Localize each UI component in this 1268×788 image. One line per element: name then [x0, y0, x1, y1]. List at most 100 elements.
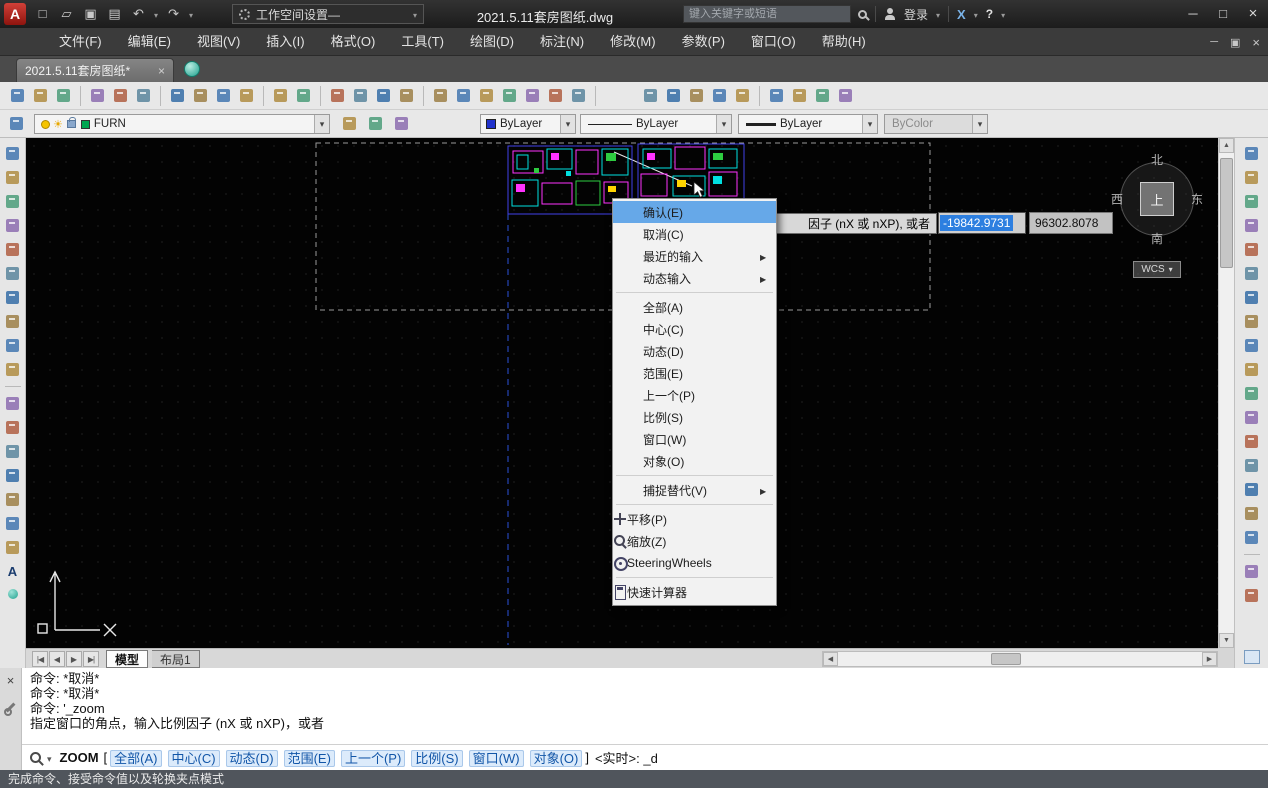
- scale-icon[interactable]: [1241, 311, 1262, 332]
- draw-order-back-icon[interactable]: [1241, 585, 1262, 606]
- context-menu-item[interactable]: 捕捉替代(V): [613, 479, 776, 501]
- search-input[interactable]: [683, 5, 851, 23]
- close-button[interactable]: [1238, 0, 1268, 26]
- scroll-up-icon[interactable]: [1219, 138, 1234, 153]
- context-menu-item[interactable]: 中心(C): [613, 318, 776, 340]
- doc-minimize-button[interactable]: [1210, 36, 1218, 48]
- pan-icon[interactable]: [327, 85, 348, 106]
- horizontal-scrollbar[interactable]: [822, 651, 1218, 667]
- zoom-window-2-icon[interactable]: [766, 85, 787, 106]
- stretch-icon[interactable]: [1241, 335, 1262, 356]
- zoom-out-icon[interactable]: [812, 85, 833, 106]
- layer-previous-icon[interactable]: [365, 113, 386, 134]
- lineweight-dropdown[interactable]: ByLayer: [738, 114, 878, 134]
- context-menu-item[interactable]: 快速计算器: [613, 581, 776, 603]
- layer-states-icon[interactable]: [391, 113, 412, 134]
- match-properties-icon[interactable]: [236, 85, 257, 106]
- viewcube-north[interactable]: 北: [1151, 151, 1163, 168]
- join-icon[interactable]: [1241, 455, 1262, 476]
- design-center-icon[interactable]: [453, 85, 474, 106]
- exchange-apps-icon[interactable]: X: [957, 7, 966, 22]
- tab-close-icon[interactable]: [158, 64, 165, 78]
- doc-restore-button[interactable]: [1230, 36, 1240, 49]
- plot-icon[interactable]: [106, 5, 123, 22]
- dropdown-caret-icon[interactable]: [972, 115, 987, 133]
- linetype-dropdown[interactable]: ByLayer: [580, 114, 732, 134]
- viewcube-west[interactable]: 西: [1111, 191, 1123, 208]
- help-caret-icon[interactable]: [1001, 7, 1005, 21]
- context-menu-item[interactable]: 确认(E): [613, 201, 776, 223]
- next-tab-icon[interactable]: [66, 651, 82, 667]
- user-icon[interactable]: [884, 8, 896, 20]
- make-block-icon[interactable]: [2, 417, 23, 438]
- cut-icon[interactable]: [167, 85, 188, 106]
- region-icon[interactable]: [2, 513, 23, 534]
- copy-clip-icon[interactable]: [190, 85, 211, 106]
- redo-icon[interactable]: [165, 5, 182, 22]
- gradient-icon[interactable]: [2, 489, 23, 510]
- maximize-button[interactable]: [1208, 0, 1238, 26]
- open-icon[interactable]: [30, 85, 51, 106]
- properties-icon[interactable]: [430, 85, 451, 106]
- menubar-item[interactable]: 工具(T): [388, 28, 457, 56]
- tool-palettes-icon[interactable]: [476, 85, 497, 106]
- snap-to-intersection-icon[interactable]: [709, 85, 730, 106]
- tab-layout1[interactable]: 布局1: [152, 650, 200, 668]
- login-caret-icon[interactable]: [936, 7, 940, 21]
- dropdown-caret-icon[interactable]: [862, 115, 877, 133]
- workspace-dropdown[interactable]: 工作空间设置—: [232, 4, 424, 24]
- autocad-logo-icon[interactable]: A: [4, 3, 26, 25]
- break-icon[interactable]: [1241, 431, 1262, 452]
- chamfer-icon[interactable]: [1241, 479, 1262, 500]
- dropdown-caret-icon[interactable]: [716, 115, 731, 133]
- sheet-set-manager-icon[interactable]: [499, 85, 520, 106]
- recent-commands-caret-icon[interactable]: [47, 750, 52, 765]
- context-menu-item[interactable]: 取消(C): [613, 223, 776, 245]
- new-tab-button[interactable]: [184, 61, 200, 77]
- help-icon[interactable]: ?: [986, 7, 993, 21]
- first-tab-icon[interactable]: [32, 651, 48, 667]
- hatch-icon[interactable]: [2, 465, 23, 486]
- context-menu-item[interactable]: 范围(E): [613, 362, 776, 384]
- undo-caret-icon[interactable]: [154, 6, 158, 21]
- save-icon[interactable]: [53, 85, 74, 106]
- snap-to-endpoint-icon[interactable]: [640, 85, 661, 106]
- menubar-item[interactable]: 文件(F): [46, 28, 115, 56]
- context-menu-item[interactable]: 窗口(W): [613, 428, 776, 450]
- dynamic-input-x-field[interactable]: -19842.9731: [938, 212, 1026, 234]
- zoom-window-icon[interactable]: [373, 85, 394, 106]
- command-option[interactable]: 比例(S): [411, 750, 463, 767]
- paste-icon[interactable]: [213, 85, 234, 106]
- dropdown-caret-icon[interactable]: [560, 115, 575, 133]
- new-icon[interactable]: [7, 85, 28, 106]
- command-option[interactable]: 窗口(W): [468, 750, 524, 767]
- command-option[interactable]: 全部(A): [110, 750, 162, 767]
- command-option[interactable]: 动态(D): [225, 750, 278, 767]
- search-icon[interactable]: [858, 9, 867, 19]
- array-icon[interactable]: [1241, 239, 1262, 260]
- ellipse-icon[interactable]: [2, 359, 23, 380]
- menubar-item[interactable]: 视图(V): [184, 28, 253, 56]
- doc-close-button[interactable]: [1252, 35, 1260, 50]
- menubar-item[interactable]: 帮助(H): [809, 28, 879, 56]
- color-dropdown[interactable]: ByLayer: [480, 114, 576, 134]
- redo-icon[interactable]: [293, 85, 314, 106]
- context-menu-item[interactable]: 最近的输入: [613, 245, 776, 267]
- context-menu-item[interactable]: 对象(O): [613, 450, 776, 472]
- command-option[interactable]: 范围(E): [283, 750, 335, 767]
- previous-tab-icon[interactable]: [49, 651, 65, 667]
- layer-properties-icon[interactable]: [6, 113, 27, 134]
- plot-icon[interactable]: [87, 85, 108, 106]
- polyline-icon[interactable]: [2, 191, 23, 212]
- zoom-in-icon[interactable]: [789, 85, 810, 106]
- command-option[interactable]: 对象(O): [529, 750, 583, 767]
- context-menu-item[interactable]: SteeringWheels: [613, 552, 776, 574]
- copy-object-icon[interactable]: [1241, 167, 1262, 188]
- table-icon[interactable]: [2, 537, 23, 558]
- close-icon[interactable]: [7, 672, 15, 690]
- document-tab[interactable]: 2021.5.11套房图纸*: [16, 58, 174, 82]
- menubar-item[interactable]: 窗口(O): [738, 28, 809, 56]
- rotate-icon[interactable]: [1241, 287, 1262, 308]
- snap-to-center-icon[interactable]: [686, 85, 707, 106]
- context-menu-item[interactable]: 平移(P): [613, 508, 776, 530]
